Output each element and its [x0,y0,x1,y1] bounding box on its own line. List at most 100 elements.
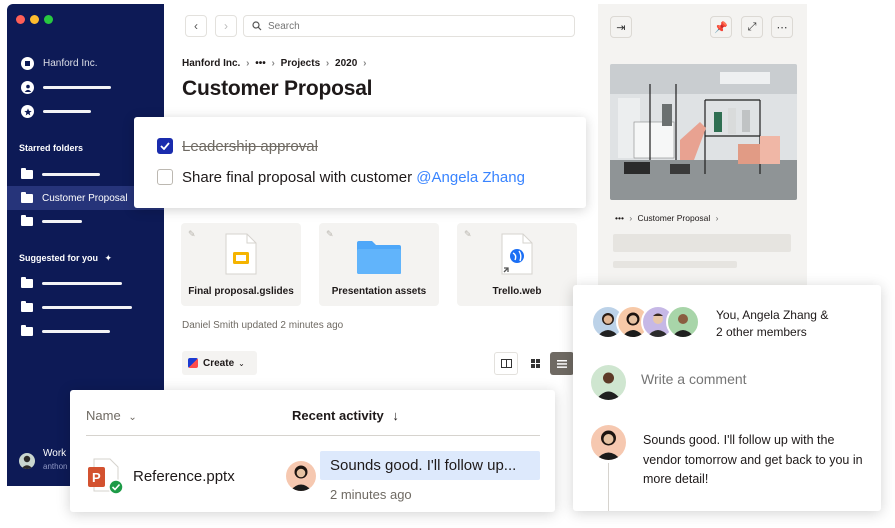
pptx-file-icon[interactable]: P [86,457,124,497]
sidebar-placeholder-bar [42,282,122,285]
sidebar-suggested-folder[interactable] [21,301,132,312]
expand-button[interactable]: ⤢ [741,16,763,38]
folder-icon [21,215,33,226]
folder-icon [21,301,33,312]
arrow-down-icon: ↓ [392,408,399,423]
sidebar-org-label: Hanford Inc. [43,58,98,69]
window-minimize-dot[interactable] [30,15,39,24]
grid-icon [530,359,540,368]
breadcrumb-org[interactable]: Hanford Inc. [182,58,240,69]
view-list-button[interactable] [550,352,574,375]
sidebar-suggested-folder[interactable] [21,277,122,288]
view-preview-button[interactable] [494,352,518,375]
sidebar-starred-folder[interactable] [21,168,100,179]
pin-icon[interactable]: ✎ [188,229,196,240]
activity-message: Sounds good. I'll follow up... [330,457,517,474]
building-icon [21,57,34,70]
more-options-button[interactable]: ⋯ [771,16,793,38]
breadcrumb-more[interactable]: ••• [255,58,266,69]
suggested-heading-label: Suggested for you [19,253,99,263]
members-line1: You, Angela Zhang & [716,308,829,322]
sidebar-item-profile[interactable] [21,81,111,94]
sidebar-folder-label: Customer Proposal [42,193,128,204]
recent-activity-card: Name ⌄ Recent activity ↓ P Reference.ppt… [70,390,555,512]
skeleton-bar [613,234,791,252]
folder-tile[interactable]: ✎ Presentation assets [319,223,439,306]
pin-icon: 📌 [714,21,728,34]
web-link-icon [501,233,533,275]
folder-icon [21,325,33,336]
breadcrumb: Hanford Inc. › ••• › Projects › 2020 › [182,58,367,69]
pin-icon[interactable]: ✎ [326,229,334,240]
column-recent-label: Recent activity [292,408,384,423]
mention-link[interactable]: @Angela Zhang [416,169,525,186]
search-input[interactable] [268,20,548,32]
page-title: Customer Proposal [182,77,373,100]
window-close-dot[interactable] [16,15,25,24]
sidebar-item-org[interactable]: Hanford Inc. [21,57,97,70]
web-tile[interactable]: ✎ Trello.web [457,223,577,306]
sidebar-placeholder-bar [42,173,100,176]
window-zoom-dot[interactable] [44,15,53,24]
search-icon [252,21,262,31]
create-button[interactable]: Create ⌄ [182,351,257,375]
checklist-item-done: Leadership approval [182,138,318,155]
main-content: ‹ › Hanford Inc. › ••• › Projects › 2020… [164,4,596,434]
web-link-name: Trello.web [492,286,542,297]
forward-button[interactable]: › [215,15,237,37]
workspace-switcher[interactable]: Work anthon [7,436,70,486]
folder-icon [21,192,33,203]
arrow-to-right-icon: ⇥ [616,21,626,34]
checkbox-unchecked[interactable] [157,169,173,185]
avatar [666,305,700,339]
sidebar-suggested-folder[interactable] [21,325,110,336]
skeleton-bar [613,261,737,268]
activity-timestamp: 2 minutes ago [330,487,412,502]
comment-input[interactable] [641,371,861,387]
column-header-name[interactable]: Name ⌄ [86,408,137,423]
file-tile[interactable]: ✎ Final proposal.gslides [181,223,301,306]
preview-image[interactable] [610,64,797,200]
breadcrumb-year[interactable]: 2020 [335,58,357,69]
chevron-left-icon: ‹ [194,19,198,33]
sidebar-item-starred[interactable] [21,105,91,118]
updated-status: Daniel Smith updated 2 minutes ago [182,320,344,331]
avatar [286,461,316,491]
preview-breadcrumb-more[interactable]: ••• [615,213,624,223]
preview-view-icon [500,359,512,368]
preview-panel: ⇥ 📌 ⤢ ⋯ ••• › Customer Proposal › [598,4,807,296]
comment-text: Sounds good. I'll follow up with the ven… [643,433,863,486]
file-name[interactable]: Reference.pptx [133,468,235,485]
pin-button[interactable]: 📌 [710,16,732,38]
folder-icon [21,168,33,179]
sidebar-item-customer-proposal[interactable]: Customer Proposal [21,192,128,204]
collapse-panel-button[interactable]: ⇥ [610,16,632,38]
file-name: Final proposal.gslides [188,286,294,297]
activity-message-bubble[interactable]: Sounds good. I'll follow up... [320,451,540,480]
pin-icon[interactable]: ✎ [464,229,472,240]
folder-name: Presentation assets [331,286,427,297]
sidebar-placeholder-bar [43,86,111,89]
comments-panel: You, Angela Zhang & 2 other members Soun… [573,285,881,511]
search-box[interactable] [243,15,575,37]
sidebar-placeholder-bar [43,110,91,113]
starred-folders-heading: Starred folders [19,143,84,153]
chevron-right-icon: › [224,19,228,33]
sidebar-placeholder-bar [42,330,110,333]
avatar [19,453,35,469]
folder-icon [356,239,402,275]
back-button[interactable]: ‹ [185,15,207,37]
preview-breadcrumb-current[interactable]: Customer Proposal [638,213,711,223]
create-icon [188,358,198,368]
breadcrumb-projects[interactable]: Projects [281,58,320,69]
checklist-popup: Leadership approval Share final proposal… [134,117,586,208]
checklist-item-open: Share final proposal with customer @Ange… [182,169,525,186]
view-grid-button[interactable] [523,352,547,375]
sidebar-starred-folder[interactable] [21,215,82,226]
thread-line [608,463,609,511]
column-header-recent[interactable]: Recent activity ↓ [292,408,399,423]
avatar [591,425,626,460]
checkbox-checked[interactable] [157,138,173,154]
star-icon [21,105,34,118]
svg-text:P: P [92,470,101,485]
